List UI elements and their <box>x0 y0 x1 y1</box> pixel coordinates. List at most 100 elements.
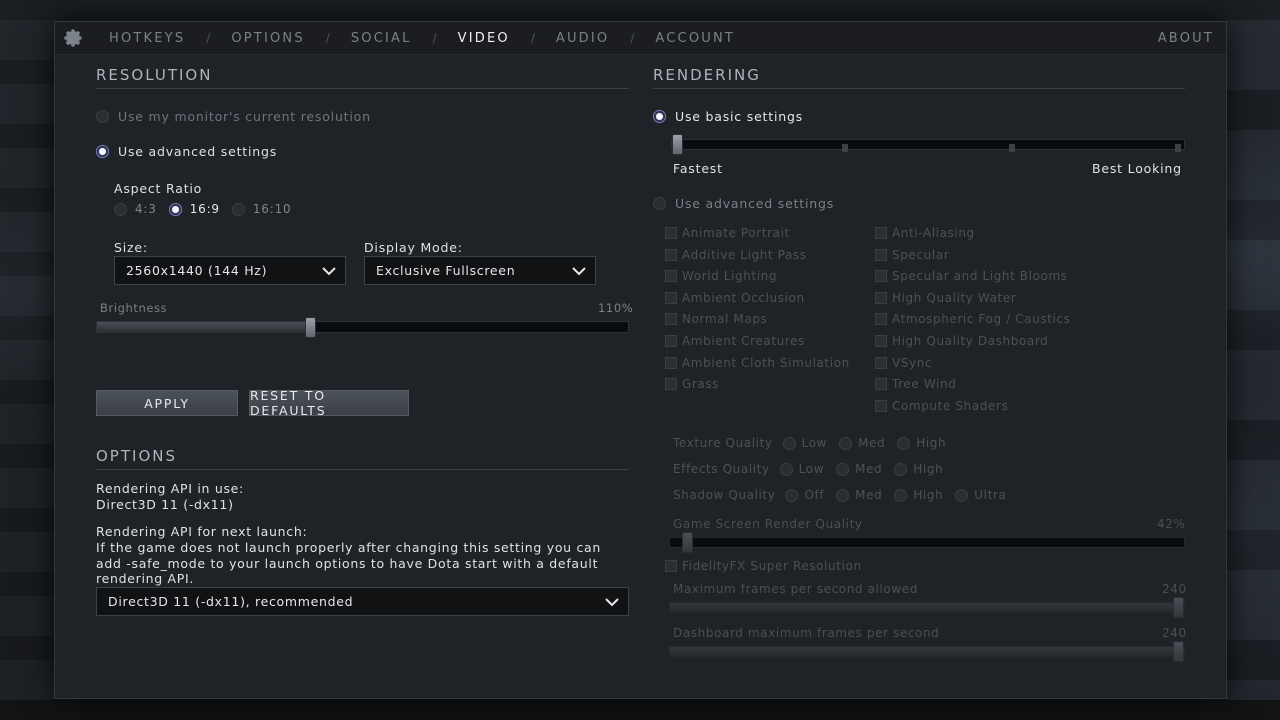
checkbox-cloth-simulation[interactable]: Ambient Cloth Simulation <box>665 356 850 370</box>
option-label: Med <box>858 436 886 450</box>
checkbox-grass[interactable]: Grass <box>665 377 719 391</box>
radio-advanced-resolution[interactable]: Use advanced settings <box>96 144 277 159</box>
tab-video[interactable]: VIDEO <box>458 31 510 46</box>
display-mode-dropdown[interactable]: Exclusive Fullscreen <box>364 256 596 285</box>
checkbox-tree-wind[interactable]: Tree Wind <box>875 377 956 391</box>
checkbox[interactable] <box>665 357 677 369</box>
checkbox-high-quality-water[interactable]: High Quality Water <box>875 291 1016 305</box>
checkbox-compute-shaders[interactable]: Compute Shaders <box>875 399 1008 413</box>
display-mode-value: Exclusive Fullscreen <box>376 263 516 278</box>
checkbox[interactable] <box>875 313 887 325</box>
quality-preset-handle[interactable] <box>672 134 683 155</box>
checkbox-ambient-occlusion[interactable]: Ambient Occlusion <box>665 291 805 305</box>
radio-button[interactable] <box>168 202 182 216</box>
option-label: Med <box>855 488 883 502</box>
radio-button[interactable] <box>782 436 796 450</box>
radio-button[interactable] <box>653 197 666 210</box>
checkbox[interactable] <box>875 227 887 239</box>
quality-preset-slider[interactable] <box>671 134 1185 155</box>
checkbox-label: VSync <box>892 356 933 370</box>
checkbox-normal-maps[interactable]: Normal Maps <box>665 312 767 326</box>
tab-audio[interactable]: AUDIO <box>556 31 610 46</box>
radio-advanced-rendering[interactable]: Use advanced settings <box>653 196 834 211</box>
brightness-slider[interactable] <box>96 317 629 338</box>
tab-social[interactable]: SOCIAL <box>351 31 412 46</box>
chevron-down-icon <box>604 594 620 613</box>
rendering-api-dropdown[interactable]: Direct3D 11 (-dx11), recommended <box>96 587 629 616</box>
checkbox-label: Normal Maps <box>682 312 768 326</box>
radio-button[interactable] <box>836 488 850 502</box>
brightness-label: Brightness <box>100 301 168 315</box>
checkbox[interactable] <box>665 335 677 347</box>
render-quality-slider[interactable] <box>669 532 1185 553</box>
aspect-option-4-3[interactable]: 4:3 <box>114 202 157 216</box>
radio-button[interactable] <box>839 436 853 450</box>
radio-monitor-label: Use my monitor's current resolution <box>118 109 371 124</box>
checkbox-label: Specular and Light Blooms <box>892 269 1068 283</box>
tab-list: HOTKEYS / OPTIONS / SOCIAL / VIDEO / AUD… <box>109 31 735 46</box>
checkbox[interactable] <box>875 249 887 261</box>
radio-button[interactable] <box>231 202 245 216</box>
radio-basic-label: Use basic settings <box>675 109 803 124</box>
radio-button[interactable] <box>653 110 666 123</box>
radio-button[interactable] <box>894 462 908 476</box>
checkbox-hq-dashboard[interactable]: High Quality Dashboard <box>875 334 1048 348</box>
checkbox[interactable] <box>875 357 887 369</box>
aspect-option-16-10[interactable]: 16:10 <box>231 202 292 216</box>
checkbox[interactable] <box>665 378 677 390</box>
slider-max-label: Best Looking <box>1092 161 1182 176</box>
tab-options[interactable]: OPTIONS <box>231 31 304 46</box>
checkbox[interactable] <box>665 292 677 304</box>
checkbox-label: FidelityFX Super Resolution <box>682 559 862 573</box>
radio-button[interactable] <box>96 110 109 123</box>
max-fps-label: Maximum frames per second allowed <box>673 582 918 596</box>
checkbox-light-blooms[interactable]: Specular and Light Blooms <box>875 269 1068 283</box>
checkbox-ambient-creatures[interactable]: Ambient Creatures <box>665 334 805 348</box>
checkbox[interactable] <box>665 560 677 572</box>
tab-account[interactable]: ACCOUNT <box>655 31 735 46</box>
checkbox[interactable] <box>875 400 887 412</box>
radio-button[interactable] <box>955 488 969 502</box>
radio-advanced-label: Use advanced settings <box>118 144 278 159</box>
checkbox[interactable] <box>875 335 887 347</box>
tab-hotkeys[interactable]: HOTKEYS <box>109 31 185 46</box>
checkbox-anti-aliasing[interactable]: Anti-Aliasing <box>875 226 975 240</box>
checkbox-animate-portrait[interactable]: Animate Portrait <box>665 226 790 240</box>
radio-button[interactable] <box>836 462 850 476</box>
divider <box>653 88 1185 89</box>
radio-button[interactable] <box>779 462 793 476</box>
radio-button[interactable] <box>785 488 799 502</box>
checkbox-specular[interactable]: Specular <box>875 248 949 262</box>
checkbox-atmospheric-fog[interactable]: Atmospheric Fog / Caustics <box>875 312 1070 326</box>
radio-button[interactable] <box>894 488 908 502</box>
size-dropdown[interactable]: 2560x1440 (144 Hz) <box>114 256 346 285</box>
checkbox[interactable] <box>875 378 887 390</box>
gear-icon[interactable] <box>55 27 91 49</box>
checkbox-world-lighting[interactable]: World Lighting <box>665 269 777 283</box>
checkbox[interactable] <box>665 313 677 325</box>
max-fps-slider[interactable] <box>669 597 1185 618</box>
checkbox[interactable] <box>665 270 677 282</box>
checkbox[interactable] <box>665 227 677 239</box>
radio-button[interactable] <box>96 145 109 158</box>
dashboard-fps-slider[interactable] <box>669 641 1185 662</box>
apply-button[interactable]: APPLY <box>96 390 238 416</box>
max-fps-handle[interactable] <box>1173 597 1184 618</box>
checkbox-fidelityfx[interactable]: FidelityFX Super Resolution <box>665 559 862 573</box>
aspect-option-16-9[interactable]: 16:9 <box>168 202 220 216</box>
reset-defaults-button[interactable]: RESET TO DEFAULTS <box>249 388 409 418</box>
brightness-handle[interactable] <box>305 317 316 338</box>
dashboard-fps-handle[interactable] <box>1173 641 1184 662</box>
checkbox-additive-light[interactable]: Additive Light Pass <box>665 248 807 262</box>
radio-button[interactable] <box>897 436 911 450</box>
checkbox[interactable] <box>875 292 887 304</box>
checkbox[interactable] <box>875 270 887 282</box>
render-quality-handle[interactable] <box>682 532 693 553</box>
checkbox[interactable] <box>665 249 677 261</box>
tab-about[interactable]: ABOUT <box>1158 31 1214 46</box>
radio-basic-settings[interactable]: Use basic settings <box>653 109 803 124</box>
radio-monitor-resolution[interactable]: Use my monitor's current resolution <box>96 109 371 124</box>
aspect-ratio-label: Aspect Ratio <box>114 181 203 196</box>
checkbox-vsync[interactable]: VSync <box>875 356 932 370</box>
radio-button[interactable] <box>114 202 127 216</box>
